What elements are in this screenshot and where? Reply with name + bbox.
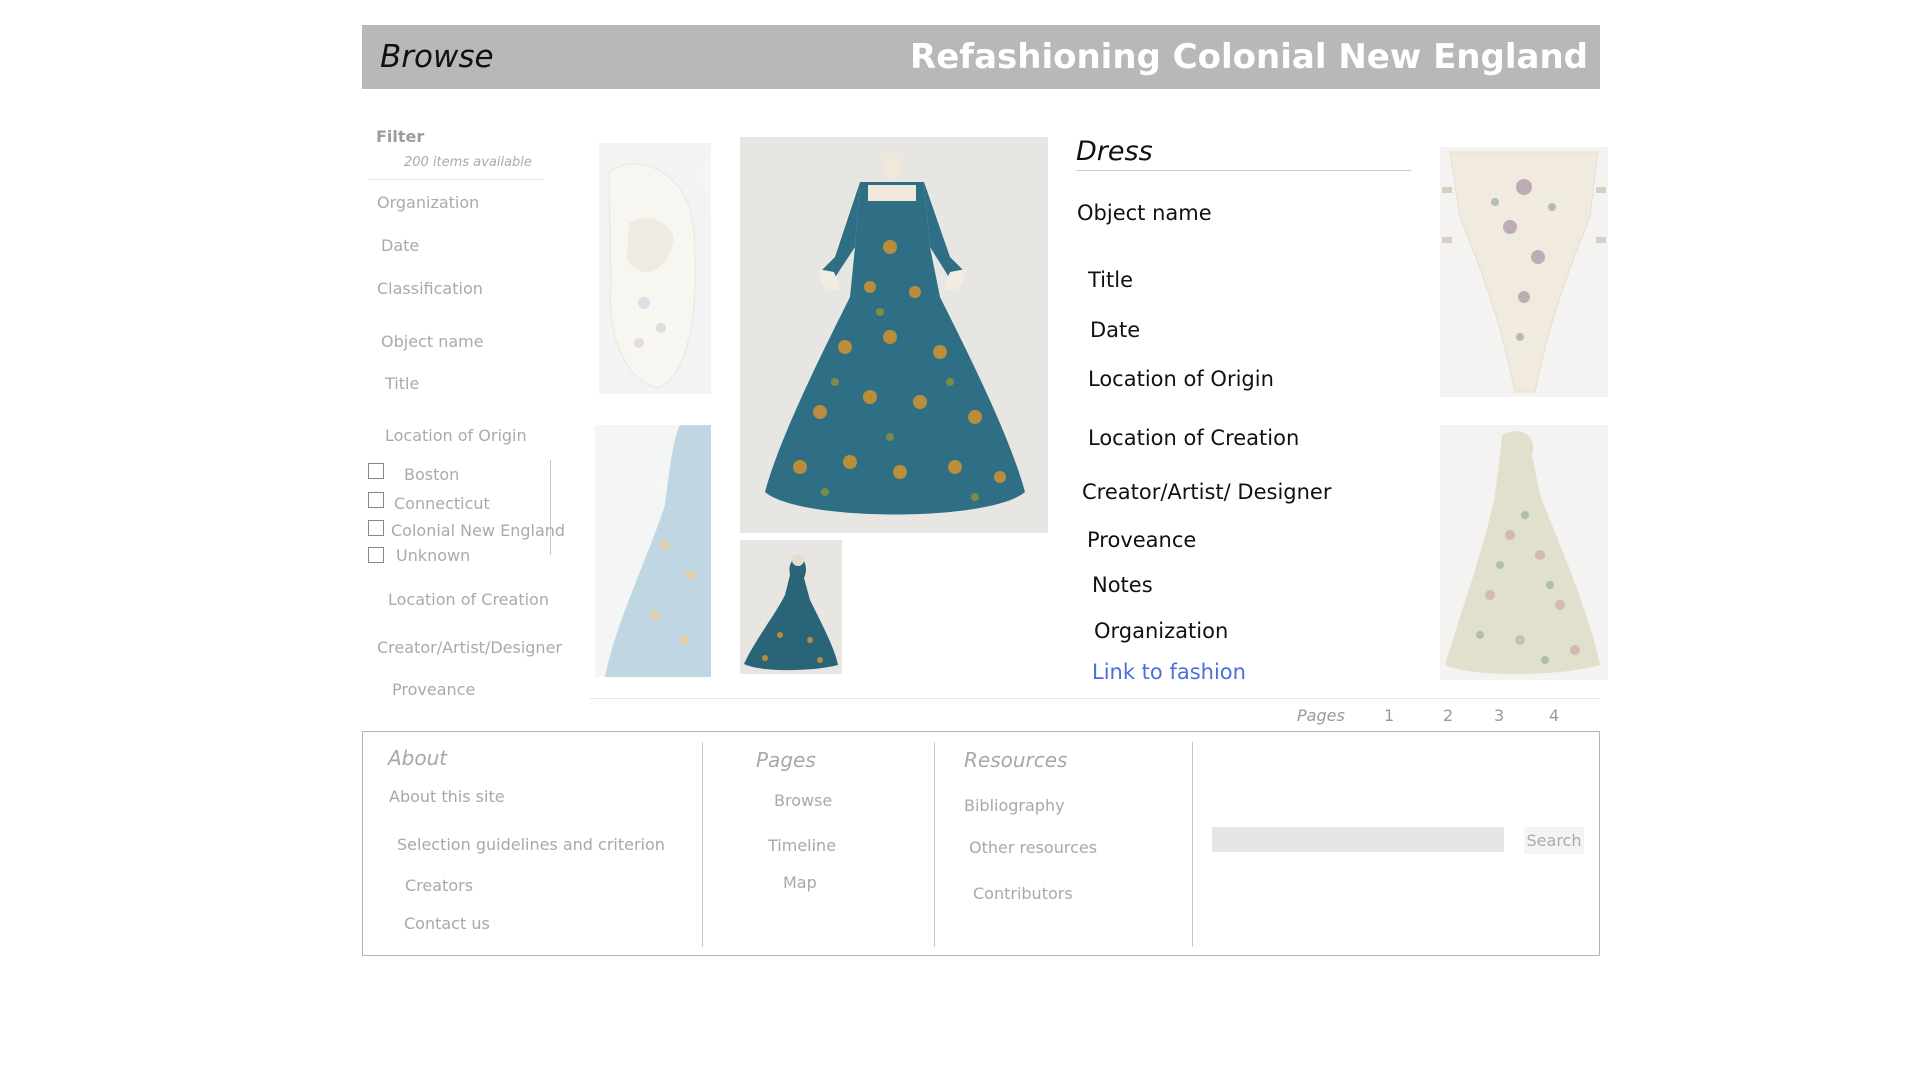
dress-back-image — [744, 554, 838, 671]
link-bibliography[interactable]: Bibliography — [964, 796, 1065, 815]
facet-creator[interactable]: Creator/Artist/Designer — [377, 638, 562, 657]
checkbox-unknown[interactable] — [368, 547, 384, 563]
page-2[interactable]: 2 — [1443, 706, 1453, 725]
page-3[interactable]: 3 — [1494, 706, 1504, 725]
field-date: Date — [1090, 318, 1141, 342]
options-scrollbar[interactable] — [550, 460, 551, 555]
about-heading: About — [388, 746, 448, 770]
field-organization: Organization — [1094, 619, 1229, 643]
light-blue-gown-thumb[interactable] — [595, 425, 711, 677]
page-4[interactable]: 4 — [1549, 706, 1559, 725]
facet-date[interactable]: Date — [381, 236, 419, 255]
search-button[interactable]: Search — [1524, 827, 1584, 854]
option-unknown[interactable]: Unknown — [396, 546, 470, 565]
filter-heading: Filter — [376, 127, 425, 146]
facet-location-of-creation[interactable]: Location of Creation — [388, 590, 549, 609]
stomacher-image — [1442, 151, 1606, 393]
field-notes: Notes — [1092, 573, 1153, 597]
checkbox-connecticut[interactable] — [368, 492, 384, 508]
dress-alt-view-thumb[interactable] — [740, 540, 842, 674]
pages-label: Pages — [1297, 706, 1345, 725]
facet-object-name[interactable]: Object name — [381, 332, 484, 351]
link-selection-guidelines[interactable]: Selection guidelines and criterion — [397, 835, 665, 854]
dress-image — [740, 137, 1048, 533]
footer-divider — [934, 742, 935, 947]
site-title[interactable]: Refashioning Colonial New England — [910, 37, 1588, 77]
footer-divider — [702, 742, 703, 947]
option-connecticut[interactable]: Connecticut — [394, 494, 490, 513]
facet-organization[interactable]: Organization — [377, 193, 479, 212]
link-timeline[interactable]: Timeline — [768, 836, 836, 855]
link-map[interactable]: Map — [783, 873, 817, 892]
field-creator: Creator/Artist/ Designer — [1082, 480, 1332, 504]
pages-heading: Pages — [756, 748, 816, 772]
divider — [1076, 170, 1411, 171]
link-about-site[interactable]: About this site — [389, 787, 505, 806]
shoes-thumb[interactable] — [599, 143, 711, 394]
option-colonial-new-england[interactable]: Colonial New England — [391, 521, 565, 540]
field-object-name: Object name — [1077, 201, 1212, 225]
option-boston[interactable]: Boston — [404, 465, 459, 484]
link-browse[interactable]: Browse — [774, 791, 832, 810]
link-creators[interactable]: Creators — [405, 876, 473, 895]
facet-proveance[interactable]: Proveance — [392, 680, 475, 699]
stomacher-thumb[interactable] — [1440, 147, 1608, 397]
link-to-fashion[interactable]: Link to fashion — [1092, 660, 1246, 684]
resources-heading: Resources — [964, 748, 1068, 772]
facet-classification[interactable]: Classification — [377, 279, 483, 298]
object-title: Dress — [1076, 136, 1153, 167]
link-contact-us[interactable]: Contact us — [404, 914, 490, 933]
field-location-of-creation: Location of Creation — [1088, 426, 1300, 450]
floral-gown-image — [1445, 431, 1600, 674]
facet-location-of-origin[interactable]: Location of Origin — [385, 426, 527, 445]
items-count: 200 items available — [404, 155, 532, 170]
site-header: Browse Refashioning Colonial New England — [362, 25, 1600, 89]
floral-gown-thumb[interactable] — [1440, 425, 1608, 680]
main-dress-image[interactable] — [740, 137, 1048, 533]
page-1[interactable]: 1 — [1384, 706, 1394, 725]
checkbox-colonial-new-england[interactable] — [368, 520, 384, 536]
light-blue-gown-image — [605, 425, 711, 677]
link-contributors[interactable]: Contributors — [973, 884, 1073, 903]
page-title: Browse — [380, 39, 494, 75]
divider — [368, 179, 543, 180]
field-title: Title — [1088, 268, 1134, 292]
divider — [590, 698, 1600, 699]
checkbox-boston[interactable] — [368, 463, 384, 479]
field-location-of-origin: Location of Origin — [1088, 367, 1274, 391]
shoe-image — [608, 153, 711, 389]
facet-title[interactable]: Title — [385, 374, 419, 393]
link-other-resources[interactable]: Other resources — [969, 838, 1097, 857]
search-input[interactable] — [1212, 827, 1504, 852]
field-proveance: Proveance — [1087, 528, 1197, 552]
footer-divider — [1192, 742, 1193, 947]
